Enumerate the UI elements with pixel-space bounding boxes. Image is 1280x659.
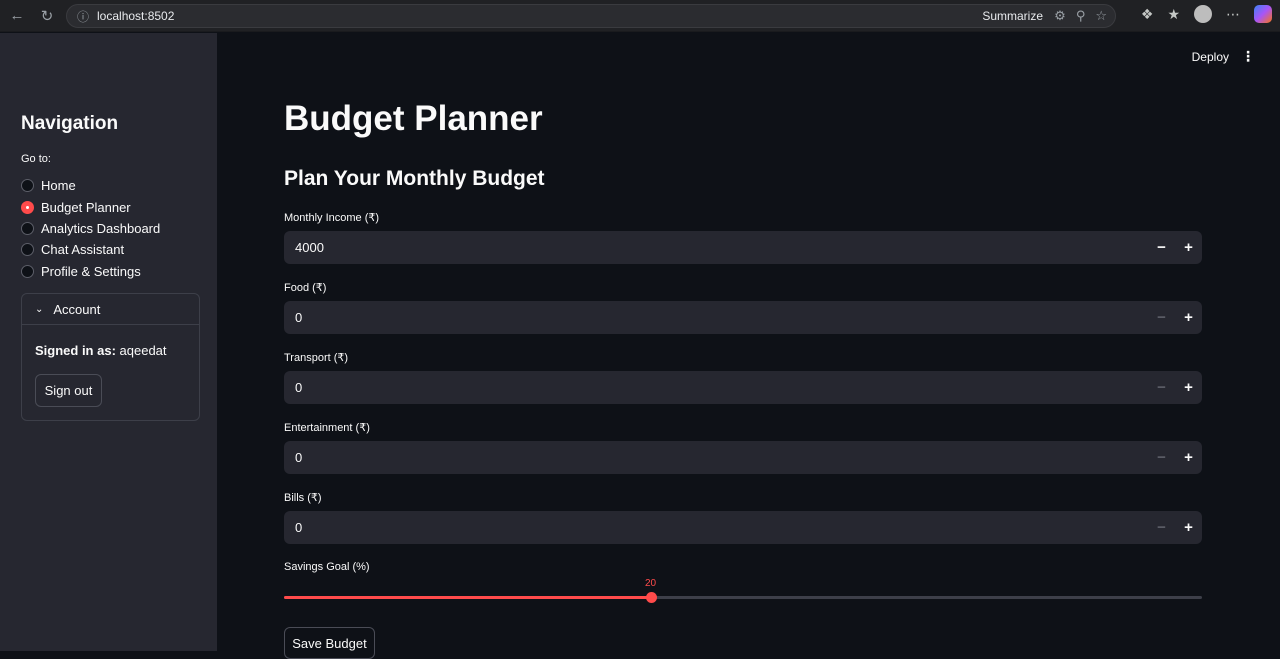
transport-input[interactable]: 0 − + <box>284 371 1202 404</box>
username: aqeedat <box>119 343 167 358</box>
savings-goal-value: 20 <box>645 578 657 589</box>
browser-toolbar: ← ↻ ⓘ localhost:8502 Summarize ⚙ ⚲ ☆ ❖ ★… <box>0 0 1280 32</box>
income-label: Monthly Income (₹) <box>284 212 380 224</box>
key-icon[interactable]: ⚲ <box>1076 8 1086 24</box>
copilot-icon[interactable] <box>1254 5 1272 23</box>
url-text: localhost:8502 <box>97 9 175 23</box>
account-header-label: Account <box>53 301 101 317</box>
radio-button[interactable] <box>21 243 34 257</box>
savings-slider-track[interactable] <box>284 592 1202 603</box>
favorite-star-icon[interactable]: ☆ <box>1095 8 1107 24</box>
nav-option-label: Analytics Dashboard <box>41 220 161 236</box>
increment-button[interactable]: + <box>1175 301 1202 334</box>
goto-label: Go to: <box>21 153 51 165</box>
income-value[interactable]: 4000 <box>284 240 1148 255</box>
bills-value[interactable]: 0 <box>284 520 1148 535</box>
increment-button[interactable]: + <box>1175 231 1202 264</box>
food-value[interactable]: 0 <box>284 310 1148 325</box>
savings-slider-fill <box>284 596 651 599</box>
nav-option-chat-assistant[interactable]: Chat Assistant <box>21 239 160 260</box>
chevron-down-icon: ⌄ <box>35 303 44 315</box>
nav-option-home[interactable]: Home <box>21 175 160 196</box>
address-bar[interactable]: ⓘ localhost:8502 Summarize ⚙ ⚲ ☆ <box>66 4 1116 28</box>
nav-option-analytics-dashboard[interactable]: Analytics Dashboard <box>21 218 160 239</box>
transport-value[interactable]: 0 <box>284 380 1148 395</box>
entertainment-value[interactable]: 0 <box>284 450 1148 465</box>
page-title: Budget Planner <box>284 99 543 138</box>
bills-label: Bills (₹) <box>284 492 322 504</box>
nav-option-profile-settings[interactable]: Profile & Settings <box>21 261 160 282</box>
nav-option-label: Chat Assistant <box>41 242 125 258</box>
nav-option-label: Home <box>41 178 76 194</box>
increment-button[interactable]: + <box>1175 371 1202 404</box>
decrement-button[interactable]: − <box>1148 231 1175 264</box>
copilot-summary-icon[interactable]: ⚙ <box>1054 8 1066 24</box>
summarize-button[interactable]: Summarize <box>982 9 1043 23</box>
back-icon[interactable]: ← <box>6 5 28 27</box>
nav-option-budget-planner[interactable]: Budget Planner <box>21 196 160 217</box>
reload-icon[interactable]: ↻ <box>36 5 58 27</box>
food-label: Food (₹) <box>284 282 327 294</box>
decrement-button[interactable]: − <box>1148 371 1175 404</box>
bills-input[interactable]: 0 − + <box>284 511 1202 544</box>
radio-button[interactable] <box>21 221 34 235</box>
account-expander: ⌄ Account Signed in as: aqeedat Sign out <box>21 293 200 421</box>
extensions-icon[interactable]: ❖ <box>1141 6 1154 23</box>
increment-button[interactable]: + <box>1175 511 1202 544</box>
save-budget-button[interactable]: Save Budget <box>284 627 375 659</box>
entertainment-input[interactable]: 0 − + <box>284 441 1202 474</box>
radio-button[interactable] <box>21 264 34 278</box>
decrement-button[interactable]: − <box>1148 511 1175 544</box>
signed-in-prefix: Signed in as: <box>35 343 116 358</box>
savings-slider-thumb[interactable] <box>646 592 657 603</box>
nav-option-label: Budget Planner <box>41 199 131 215</box>
savings-goal-label: Savings Goal (%) <box>284 561 370 573</box>
main-menu-icon[interactable]: ⋮ <box>1241 48 1255 65</box>
profile-avatar[interactable] <box>1194 5 1212 23</box>
deploy-button[interactable]: Deploy <box>1192 50 1229 64</box>
food-input[interactable]: 0 − + <box>284 301 1202 334</box>
navigation-radio-group: Home Budget Planner Analytics Dashboard … <box>21 175 160 282</box>
radio-button[interactable] <box>21 179 34 193</box>
main-content: Deploy ⋮ Budget Planner Plan Your Monthl… <box>217 33 1280 659</box>
sidebar-title: Navigation <box>21 113 119 134</box>
decrement-button[interactable]: − <box>1148 441 1175 474</box>
entertainment-label: Entertainment (₹) <box>284 422 370 434</box>
radio-button-selected[interactable] <box>21 200 34 214</box>
sign-out-button[interactable]: Sign out <box>35 374 102 407</box>
info-icon[interactable]: ⓘ <box>77 8 89 25</box>
favorites-icon[interactable]: ★ <box>1167 6 1180 23</box>
decrement-button[interactable]: − <box>1148 301 1175 334</box>
sidebar: Navigation Go to: Home Budget Planner An… <box>0 33 217 651</box>
transport-label: Transport (₹) <box>284 352 349 364</box>
account-expander-header[interactable]: ⌄ Account <box>22 294 199 325</box>
page-subtitle: Plan Your Monthly Budget <box>284 167 545 190</box>
increment-button[interactable]: + <box>1175 441 1202 474</box>
signed-in-text: Signed in as: aqeedat <box>35 343 167 358</box>
nav-option-label: Profile & Settings <box>41 263 141 279</box>
more-menu-icon[interactable]: ⋯ <box>1226 6 1240 23</box>
income-input[interactable]: 4000 − + <box>284 231 1202 264</box>
